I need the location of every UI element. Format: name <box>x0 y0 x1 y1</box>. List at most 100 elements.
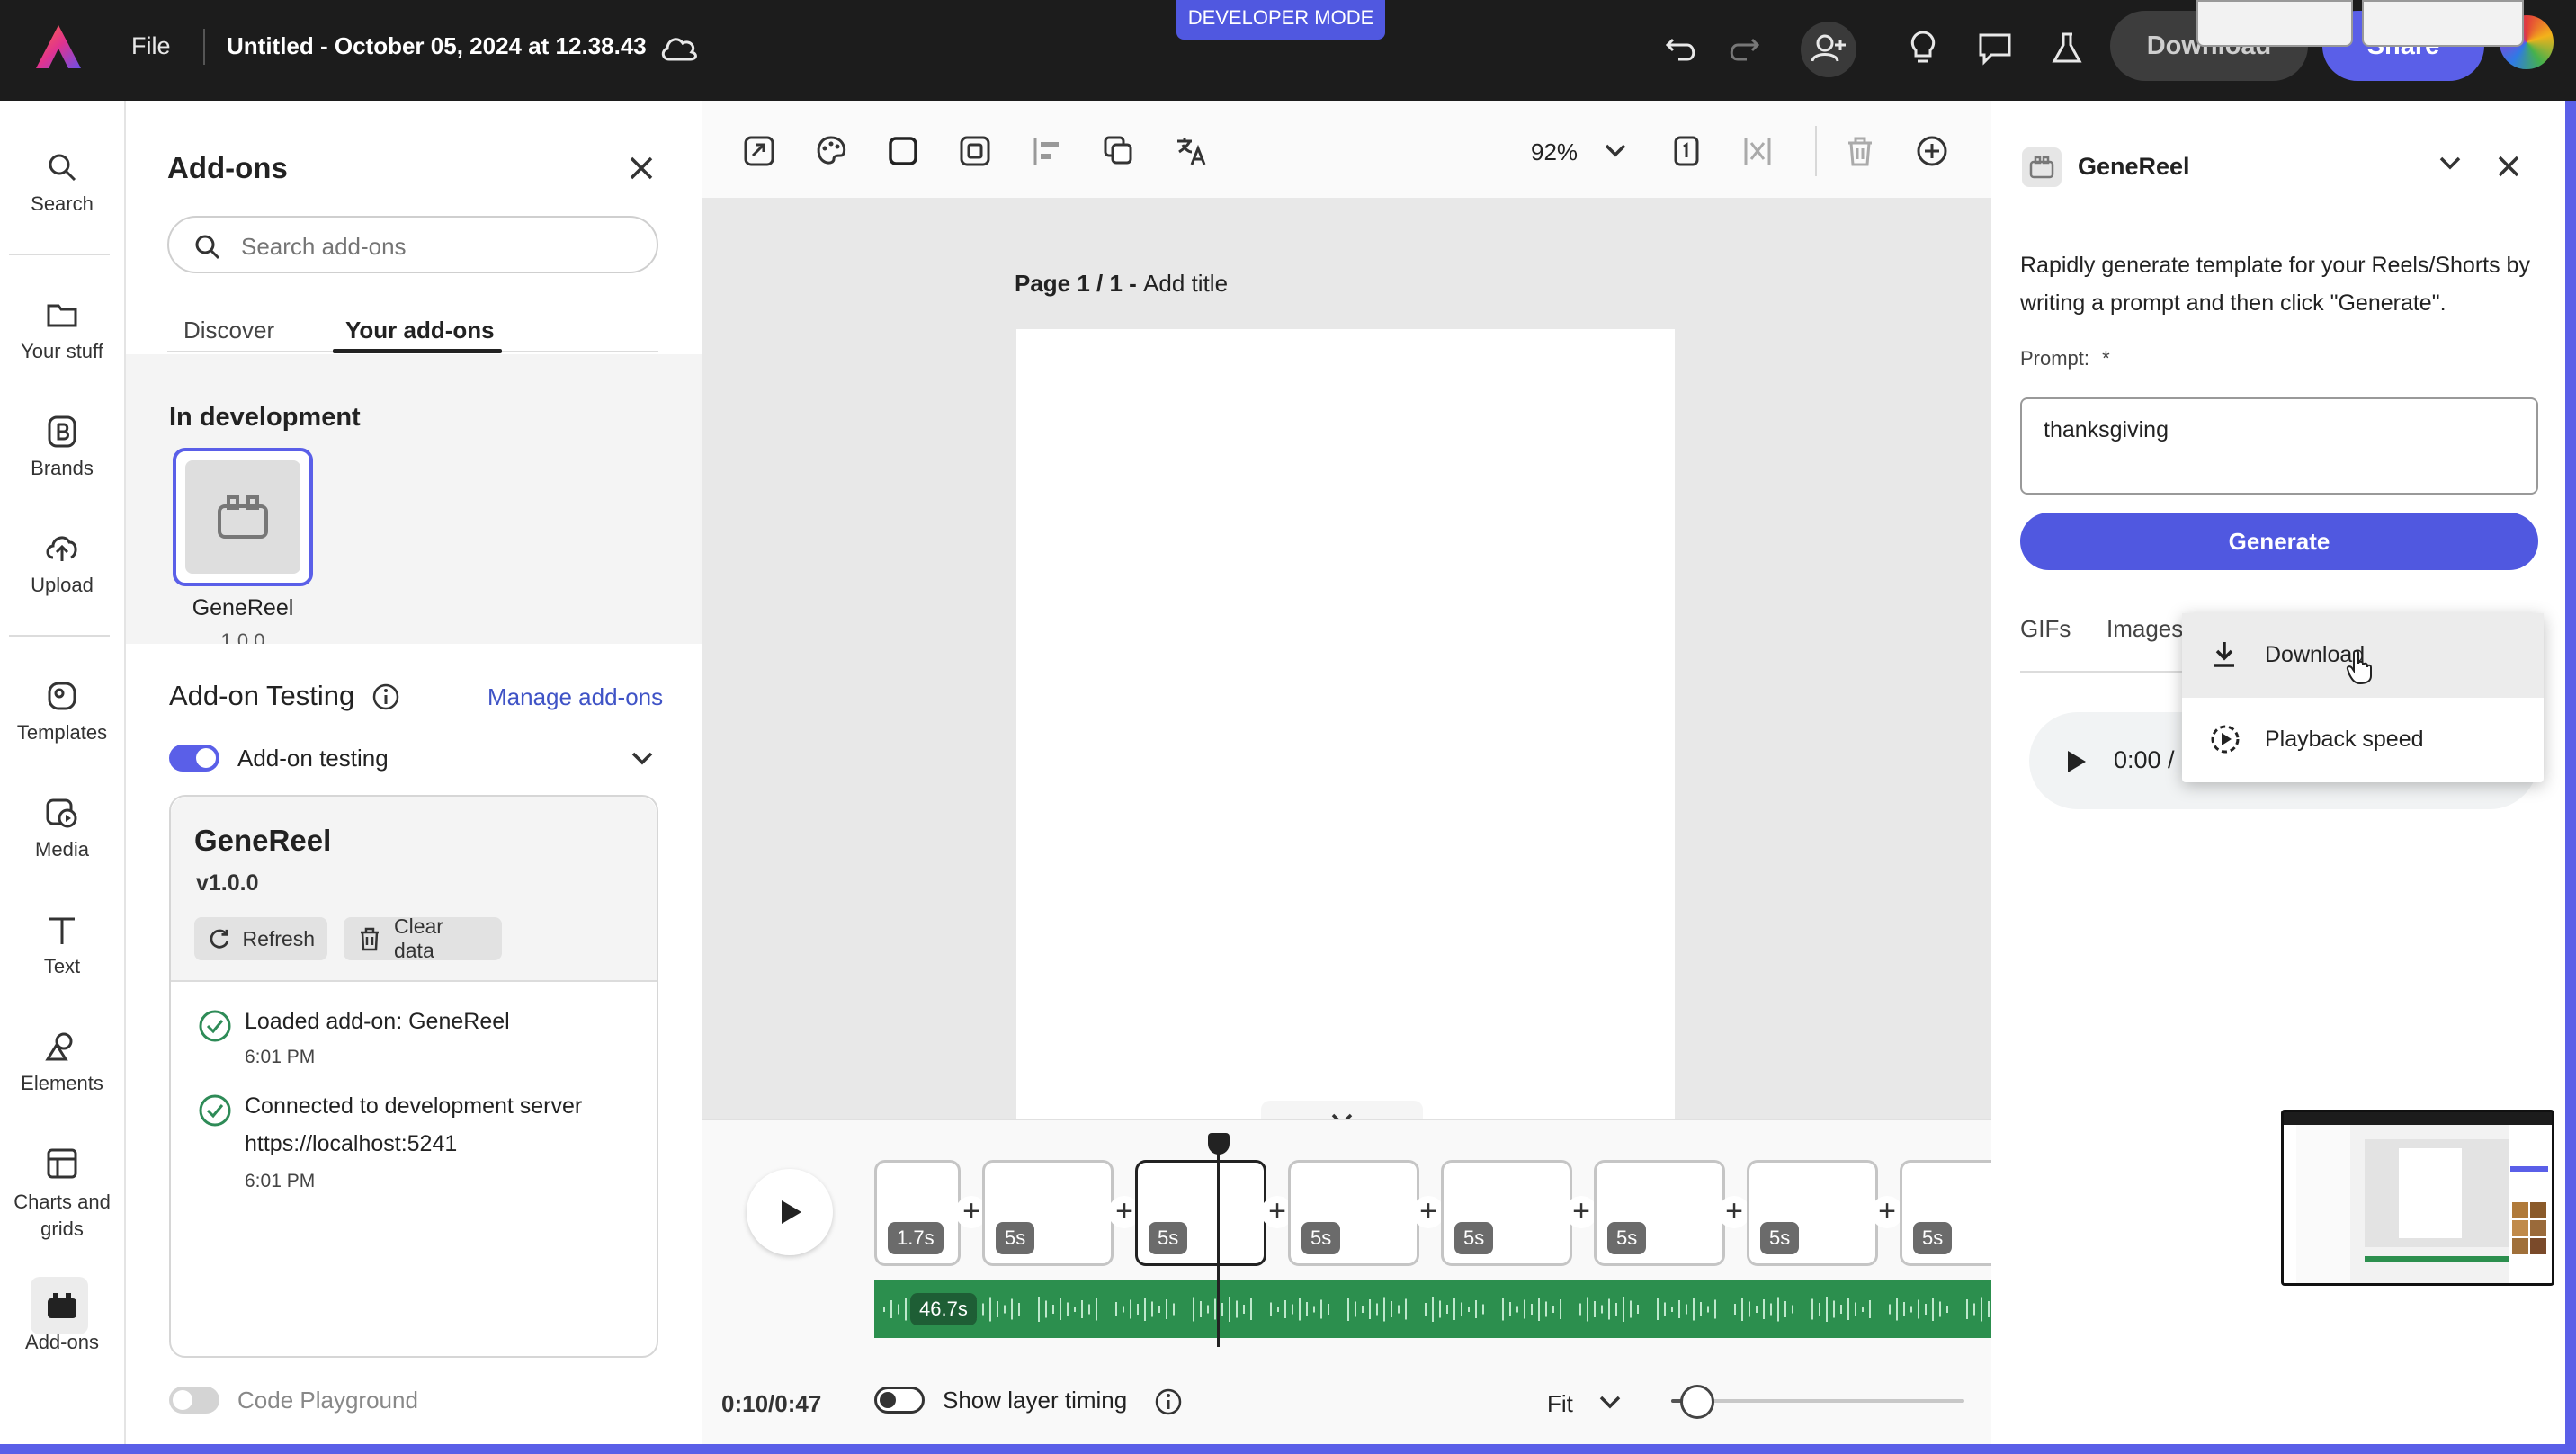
rail-item-charts[interactable]: Charts and grids <box>0 1146 124 1243</box>
rail-item-addons[interactable]: Add-ons <box>0 1288 124 1354</box>
play-button[interactable] <box>747 1169 833 1255</box>
zoom-level[interactable]: 92% <box>1531 138 1578 166</box>
chevron-down-icon[interactable] <box>1597 1392 1623 1412</box>
comment-icon[interactable] <box>1973 27 2017 70</box>
waveform-bar <box>1376 1303 1378 1316</box>
tab-images[interactable]: Images <box>2106 615 2183 643</box>
spacing-icon[interactable] <box>1738 131 1777 171</box>
waveform-bar <box>1362 1306 1364 1313</box>
add-clip-button[interactable]: + <box>1412 1196 1445 1228</box>
rail-item-elements[interactable]: Elements <box>0 1029 124 1095</box>
waveform-bar <box>1756 1306 1758 1313</box>
invite-user-button[interactable] <box>1801 22 1856 77</box>
add-clip-button[interactable]: + <box>1718 1196 1750 1228</box>
add-page-icon[interactable] <box>1912 131 1952 171</box>
info-icon[interactable] <box>1153 1387 1184 1417</box>
waveform-bar <box>1792 1305 1793 1314</box>
page-title-placeholder[interactable]: Add title <box>1143 270 1228 297</box>
divider <box>1815 126 1817 176</box>
templates-icon <box>48 682 76 710</box>
clip-duration: 5s <box>1149 1222 1188 1254</box>
waveform-bar <box>1243 1305 1245 1314</box>
floating-preview <box>2362 0 2524 47</box>
timeline-clip[interactable]: 5s <box>1441 1160 1572 1266</box>
timeline-clip[interactable]: 1.7s <box>874 1160 961 1266</box>
add-clip-button[interactable]: + <box>1871 1196 1903 1228</box>
section-title: In development <box>169 403 361 432</box>
file-menu[interactable]: File <box>131 32 171 60</box>
rail-item-search[interactable]: Search <box>0 149 124 216</box>
waveform-bar <box>1004 1305 1006 1314</box>
waveform-bar <box>1193 1297 1194 1322</box>
fit-dropdown[interactable]: Fit <box>1547 1390 1573 1418</box>
align-icon[interactable] <box>1027 131 1067 171</box>
close-icon[interactable] <box>2493 151 2524 182</box>
add-clip-button[interactable]: + <box>1565 1196 1597 1228</box>
close-icon[interactable] <box>624 151 658 185</box>
screenshot-preview-thumbnail[interactable] <box>2281 1110 2554 1286</box>
rail-item-upload[interactable]: Upload <box>0 531 124 597</box>
addon-testing-card: GeneReel v1.0.0 Refresh Clear data Loade… <box>169 795 658 1358</box>
search-icon <box>49 154 76 182</box>
waveform-bar <box>1453 1298 1455 1320</box>
timeline-clip[interactable]: 5s <box>982 1160 1114 1266</box>
menu-item-playback-speed[interactable]: Playback speed <box>2182 698 2544 782</box>
show-layer-timing-toggle[interactable] <box>874 1387 925 1414</box>
redo-icon[interactable] <box>1722 27 1765 70</box>
rail-item-media[interactable]: Media <box>0 795 124 861</box>
chevron-down-icon[interactable] <box>2437 153 2463 173</box>
generate-button[interactable]: Generate <box>2020 513 2538 570</box>
rail-item-text[interactable]: Text <box>0 912 124 978</box>
rail-item-templates[interactable]: Templates <box>0 678 124 745</box>
shape-icon[interactable] <box>883 131 923 171</box>
refresh-button[interactable]: Refresh <box>194 917 327 960</box>
timeline-clip[interactable]: 5s <box>1288 1160 1419 1266</box>
timeline-zoom-slider[interactable] <box>1671 1399 1964 1403</box>
waveform-bar <box>1579 1303 1581 1316</box>
translate-icon[interactable] <box>1171 131 1211 171</box>
audio-track[interactable]: 46.7s <box>874 1280 1991 1338</box>
timeline-clip-selected[interactable]: 5s <box>1135 1160 1266 1266</box>
playhead-handle[interactable] <box>1208 1133 1230 1155</box>
rail-item-brands[interactable]: Brands <box>0 414 124 480</box>
chevron-down-icon[interactable] <box>630 748 655 768</box>
manage-addons-link[interactable]: Manage add-ons <box>487 683 663 711</box>
page-label[interactable]: Page 1 / 1 - Add title <box>1015 270 1228 298</box>
info-icon[interactable] <box>371 682 401 712</box>
trash-icon[interactable] <box>1840 131 1880 171</box>
tab-gifs[interactable]: GIFs <box>2020 615 2071 643</box>
addon-testing-toggle[interactable] <box>169 745 219 772</box>
crop-icon[interactable] <box>955 131 995 171</box>
lightbulb-icon[interactable] <box>1901 27 1945 70</box>
document-title[interactable]: Untitled - October 05, 2024 at 12.38.43 <box>227 32 647 60</box>
tab-your-addons[interactable]: Your add-ons <box>345 317 495 344</box>
timeline-clip[interactable]: 5s <box>1900 1160 2000 1266</box>
prompt-textarea[interactable]: thanksgiving <box>2020 397 2538 495</box>
play-icon[interactable] <box>2060 746 2090 777</box>
timeline-clip[interactable]: 5s <box>1747 1160 1878 1266</box>
playhead[interactable] <box>1217 1135 1220 1347</box>
waveform-bar <box>1074 1307 1076 1312</box>
clear-data-button[interactable]: Clear data <box>344 914 502 962</box>
rail-item-your-stuff[interactable]: Your stuff <box>0 297 124 363</box>
app-logo-icon[interactable] <box>32 22 85 74</box>
toggle-knob <box>880 1392 896 1408</box>
flask-icon[interactable] <box>2045 27 2089 70</box>
palette-icon[interactable] <box>811 131 851 171</box>
page-number-icon[interactable] <box>1666 131 1705 171</box>
testing-title: Add-on Testing <box>169 680 355 711</box>
tab-discover[interactable]: Discover <box>183 317 274 344</box>
page-canvas[interactable] <box>1016 329 1675 1120</box>
cloud-icon[interactable] <box>658 31 700 67</box>
undo-icon[interactable] <box>1660 27 1704 70</box>
code-playground-toggle[interactable] <box>169 1387 219 1414</box>
resize-icon[interactable] <box>739 131 779 171</box>
slider-thumb[interactable] <box>1680 1385 1714 1419</box>
dev-addon-card[interactable] <box>173 448 313 586</box>
timeline-clip[interactable]: 5s <box>1594 1160 1725 1266</box>
layers-icon[interactable] <box>1099 131 1139 171</box>
waveform-bar <box>1432 1297 1434 1322</box>
clip-duration: 5s <box>996 1222 1035 1254</box>
search-input[interactable] <box>241 228 637 264</box>
chevron-down-icon[interactable] <box>1603 140 1628 160</box>
